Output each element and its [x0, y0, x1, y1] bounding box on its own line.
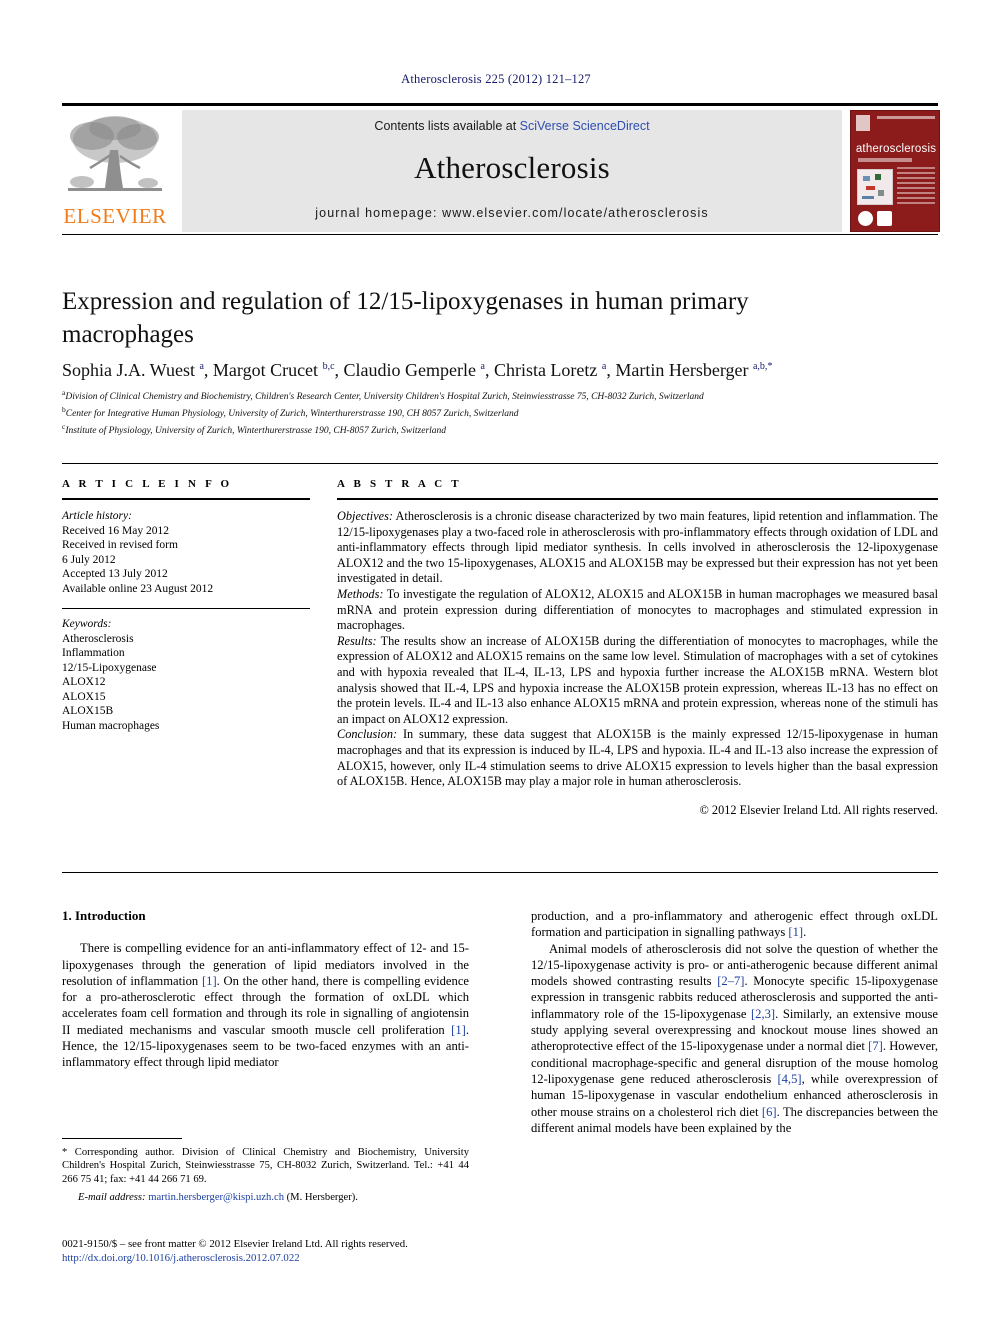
abstract-objectives: Objectives: Atherosclerosis is a chronic… — [337, 509, 938, 587]
affiliation-list: aDivision of Clinical Chemistry and Bioc… — [62, 387, 938, 437]
author-list: Sophia J.A. Wuest a, Margot Crucet b,c, … — [62, 360, 773, 380]
history-item: Available online 23 August 2012 — [62, 582, 214, 595]
article-info-heading: A R T I C L E I N F O — [62, 478, 233, 490]
history-item: Received in revised form — [62, 539, 178, 551]
keywords-divider — [62, 608, 310, 609]
cover-title: atherosclerosis — [855, 143, 937, 155]
elsevier-logo: ELSEVIER — [62, 110, 168, 232]
article-info-rule — [62, 498, 310, 500]
page-title: Expression and regulation of 12/15-lipox… — [62, 288, 749, 348]
running-head: Atherosclerosis 225 (2012) 121–127 — [401, 72, 591, 86]
keyword-item: Human macrophages — [62, 719, 160, 732]
affiliation-a: aDivision of Clinical Chemistry and Bioc… — [62, 387, 938, 404]
journal-cover-thumbnail: atherosclerosis — [850, 110, 940, 232]
abstract-body: Objectives: Atherosclerosis is a chronic… — [337, 509, 938, 818]
keyword-item: ALOX12 — [62, 676, 106, 688]
footnote-rule — [62, 1138, 182, 1139]
cover-badge-right — [877, 211, 892, 226]
abstract-objectives-text: Atherosclerosis is a chronic disease cha… — [337, 509, 938, 586]
sciencedirect-link[interactable]: SciVerse ScienceDirect — [520, 119, 650, 133]
journal-masthead: ELSEVIER Contents lists available at Sci… — [62, 103, 940, 235]
affiliation-text-a: Division of Clinical Chemistry and Bioch… — [65, 392, 704, 403]
journal-homepage[interactable]: journal homepage: www.elsevier.com/locat… — [182, 206, 842, 220]
article-info-column: A R T I C L E I N F O Article history: R… — [62, 478, 310, 733]
history-item: Received 16 May 2012 — [62, 524, 169, 537]
intro-paragraph-right-1: production, and a pro-inflammatory and a… — [531, 909, 938, 940]
keyword-item: Atherosclerosis — [62, 632, 134, 645]
history-item: 6 July 2012 — [62, 553, 116, 566]
abstract-methods-text: To investigate the regulation of ALOX12,… — [337, 586, 938, 633]
footnote-email-label: E-mail address: — [78, 1192, 146, 1204]
corresponding-author-footnote: * Corresponding author. Division of Clin… — [62, 1138, 469, 1205]
affiliation-text-c: Institute of Physiology, University of Z… — [65, 425, 447, 436]
abstract-copyright: © 2012 Elsevier Ireland Ltd. All rights … — [699, 802, 938, 817]
cover-top-line — [877, 116, 935, 119]
abstract-conclusion-label: Conclusion: — [337, 727, 398, 742]
intro-right-column: production, and a pro-inflammatory and a… — [531, 908, 938, 1136]
imprint-doi-link[interactable]: http://dx.doi.org/10.1016/j.atherosclero… — [62, 1251, 502, 1265]
abstract-column: A B S T R A C T Objectives: Atherosclero… — [337, 478, 938, 818]
cover-subtitle-bar — [858, 158, 912, 162]
intro-paragraph-left: There is compelling evidence for an anti… — [62, 941, 469, 1070]
intro-left-column: 1. Introduction There is compelling evid… — [62, 908, 469, 1071]
cover-figure — [857, 169, 893, 205]
abstract-results-text: The results show an increase of ALOX15B … — [337, 633, 938, 726]
keyword-item: ALOX15 — [62, 690, 106, 703]
abstract-conclusion: Conclusion: In summary, these data sugge… — [337, 727, 938, 789]
abstract-results: Results: The results show an increase of… — [337, 634, 938, 728]
cover-elsevier-icon — [856, 115, 870, 131]
intro-paragraph-right-2: Animal models of atherosclerosis did not… — [531, 941, 938, 1135]
masthead-bottom-rule — [62, 234, 938, 235]
abstract-methods-label: Methods: — [337, 586, 384, 601]
abstract-objectives-label: Objectives: — [337, 509, 393, 523]
keywords-label: Keywords: — [62, 618, 112, 630]
keywords-block: Keywords: Atherosclerosis Inflammation 1… — [62, 617, 310, 733]
abstract-heading: A B S T R A C T — [337, 478, 462, 490]
article-history: Article history: Received 16 May 2012 Re… — [62, 509, 310, 596]
imprint-frontmatter: 0021-9150/$ – see front matter © 2012 El… — [62, 1238, 408, 1250]
keyword-item: Inflammation — [62, 647, 125, 659]
keyword-item: ALOX15B — [62, 705, 114, 717]
abstract-results-label: Results: — [337, 633, 377, 648]
abstract-rule — [337, 498, 938, 500]
cover-badge-left — [858, 211, 873, 226]
imprint-block: 0021-9150/$ – see front matter © 2012 El… — [62, 1237, 502, 1265]
footnote-email-line: E-mail address: martin.hersberger@kispi.… — [62, 1191, 469, 1204]
section-heading-introduction: 1. Introduction — [62, 908, 146, 923]
elsevier-wordmark: ELSEVIER — [63, 204, 167, 228]
info-band-top-rule — [62, 463, 938, 464]
keyword-item: 12/15-Lipoxygenase — [62, 661, 157, 674]
journal-title: Atherosclerosis — [414, 150, 610, 185]
abstract-conclusion-text: In summary, these data suggest that ALOX… — [337, 727, 938, 789]
article-page: Atherosclerosis 225 (2012) 121–127 ELSEV… — [0, 0, 992, 1323]
info-band-bottom-rule — [62, 872, 938, 873]
affiliation-c: cInstitute of Physiology, University of … — [62, 421, 938, 438]
article-history-label: Article history: — [62, 510, 132, 522]
affiliation-b: bCenter for Integrative Human Physiology… — [62, 404, 938, 421]
masthead-top-rule — [62, 103, 938, 106]
footnote-text: * Corresponding author. Division of Clin… — [62, 1147, 469, 1185]
contents-banner: Contents lists available at SciVerse Sci… — [182, 110, 842, 232]
abstract-methods: Methods: To investigate the regulation o… — [337, 587, 938, 634]
history-item: Accepted 13 July 2012 — [62, 568, 168, 580]
elsevier-tree-icon — [68, 116, 162, 191]
affiliation-text-b: Center for Integrative Human Physiology,… — [65, 408, 519, 419]
footnote-email-address[interactable]: martin.hersberger@kispi.uzh.ch — [148, 1192, 284, 1203]
footnote-email-suffix: (M. Hersberger). — [284, 1192, 358, 1204]
contents-prefix: Contents lists available at — [374, 119, 520, 133]
contents-line: Contents lists available at SciVerse Sci… — [182, 119, 842, 133]
cover-text-lines — [897, 167, 935, 211]
